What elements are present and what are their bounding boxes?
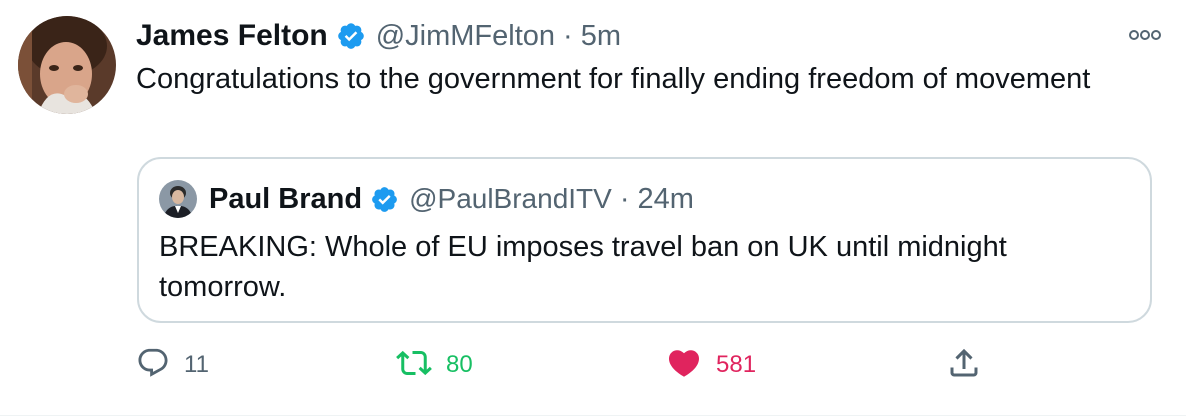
tweet-header: James Felton @JimMFelton · 5m <box>136 16 621 56</box>
author-name[interactable]: James Felton <box>136 19 328 53</box>
reply-count: 11 <box>184 351 209 378</box>
like-button[interactable]: 581 <box>666 340 756 390</box>
quoted-tweet-header: Paul Brand @PaulBrandITV · 24m <box>159 179 694 219</box>
tweet-actions: 11 80 581 <box>0 340 1186 390</box>
author-avatar[interactable] <box>18 16 116 114</box>
tweet-text: Congratulations to the government for fi… <box>136 63 1091 95</box>
header-separator: · <box>563 19 573 52</box>
share-button[interactable] <box>946 340 982 390</box>
verified-badge-icon <box>370 185 399 214</box>
share-icon <box>946 345 982 386</box>
like-count: 581 <box>716 351 757 378</box>
retweet-count: 80 <box>446 351 473 378</box>
verified-badge-icon <box>336 21 366 51</box>
quoted-header-separator: · <box>619 182 630 215</box>
quoted-author-name: Paul Brand <box>209 182 363 215</box>
quoted-tweet-text: BREAKING: Whole of EU imposes travel ban… <box>159 231 1007 303</box>
quoted-author-handle: @PaulBrandITV <box>409 183 612 214</box>
quoted-author-avatar <box>159 180 197 218</box>
author-handle[interactable]: @JimMFelton <box>376 20 555 53</box>
quoted-tweet[interactable]: Paul Brand @PaulBrandITV · 24m BREAKING:… <box>137 157 1152 323</box>
more-options-icon[interactable] <box>1126 24 1164 46</box>
reply-button[interactable]: 11 <box>136 340 209 390</box>
retweet-icon <box>396 345 432 386</box>
tweet-card[interactable]: James Felton @JimMFelton · 5m Congratula… <box>0 0 1186 416</box>
reply-icon <box>136 346 170 385</box>
quoted-tweet-timestamp: 24m <box>637 182 694 215</box>
heart-icon <box>666 345 702 386</box>
tweet-timestamp[interactable]: 5m <box>581 20 621 53</box>
retweet-button[interactable]: 80 <box>396 340 473 390</box>
